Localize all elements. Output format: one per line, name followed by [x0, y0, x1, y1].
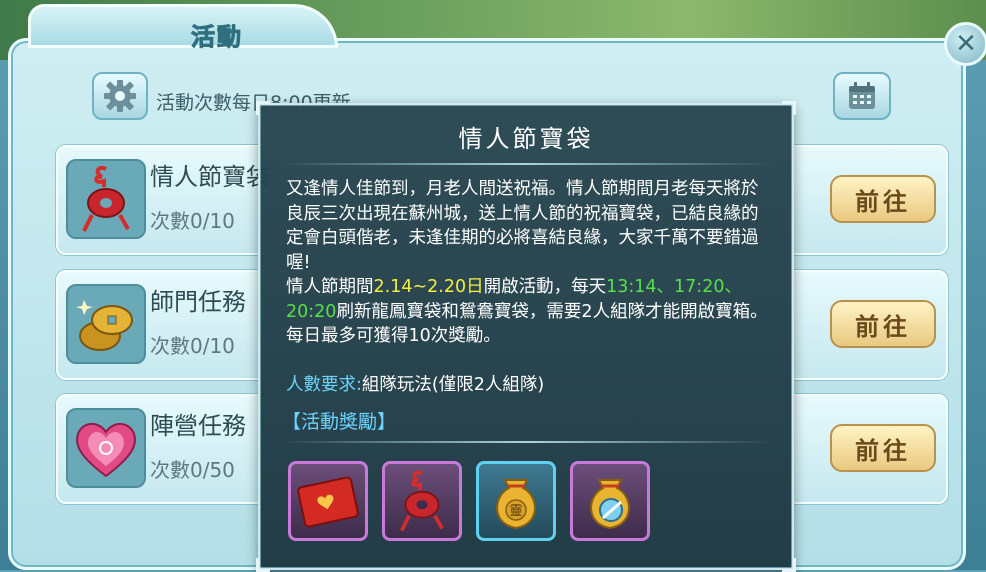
requirement-value: 組隊玩法(僅限2人組隊) [361, 375, 545, 395]
title-tab: 活動 [28, 4, 338, 52]
requirement-label: 人數要求: [286, 375, 362, 395]
svg-text:靈: 靈 [509, 504, 522, 519]
period-suffix: 刷新龍鳳寶袋和鴛鴦寶袋，需要2人組隊才能開啟寶箱。每日最多可獲得10次獎勵。 [286, 301, 768, 347]
red-envelope-icon [297, 476, 359, 528]
player-requirement: 人數要求:組隊玩法(僅限2人組隊) [286, 371, 772, 397]
reward-slot[interactable]: 靈 [476, 461, 556, 541]
go-button[interactable]: 前往 [830, 300, 936, 348]
treasure-bag-icon [590, 479, 630, 530]
settings-button[interactable] [92, 72, 148, 120]
corner-ornament [782, 101, 796, 115]
lucky-knot-icon [400, 470, 444, 532]
activity-detail-tooltip: 情人節寶袋 又逢情人佳節到，月老人間送祝福。情人節期間月老每天將於良辰三次出現在… [256, 101, 796, 572]
reward-header: 【活動獎勵】 [282, 411, 397, 433]
calendar-icon [849, 82, 875, 109]
window-title: 活動 [191, 22, 243, 52]
coins-icon [66, 284, 146, 364]
close-button[interactable]: ✕ [944, 22, 986, 66]
tooltip-title: 情人節寶袋 [458, 125, 594, 153]
period-dates: 2.14~2.20日 [373, 277, 484, 297]
corner-ornament [256, 101, 270, 115]
go-button[interactable]: 前往 [830, 175, 936, 223]
calendar-button[interactable] [833, 72, 891, 120]
spirit-bag-icon: 靈 [496, 479, 536, 530]
gear-icon [104, 80, 136, 112]
heart-icon [66, 408, 146, 488]
period-prefix: 情人節期間 [286, 277, 374, 297]
lucky-knot-icon [66, 159, 146, 239]
intro-text: 又逢情人佳節到，月老人間送祝福。情人節期間月老每天將於良辰三次出現在蘇州城，送上… [286, 179, 759, 273]
go-button[interactable]: 前往 [830, 424, 936, 472]
tooltip-description: 又逢情人佳節到，月老人間送祝福。情人節期間月老每天將於良辰三次出現在蘇州城，送上… [286, 177, 772, 349]
reward-slot[interactable] [570, 461, 650, 541]
divider [280, 441, 772, 443]
divider [280, 163, 772, 165]
period-mid: 開啟活動，每天 [483, 277, 607, 297]
reward-slot[interactable] [288, 461, 368, 541]
reward-slot[interactable] [382, 461, 462, 541]
close-icon: ✕ [955, 29, 977, 59]
